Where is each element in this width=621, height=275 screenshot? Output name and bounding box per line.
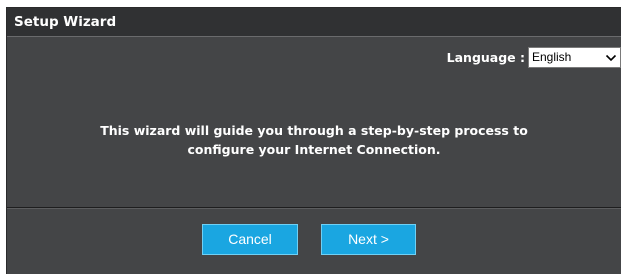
button-panel: Cancel Next >	[7, 208, 621, 275]
window-title: Setup Wizard	[14, 14, 117, 30]
language-selected-value: English	[532, 50, 572, 64]
chevron-down-icon	[605, 54, 617, 62]
language-label: Language :	[446, 50, 525, 65]
cancel-button[interactable]: Cancel	[202, 224, 298, 255]
message-line-2: configure your Internet Connection.	[187, 142, 441, 157]
next-button[interactable]: Next >	[321, 224, 416, 255]
title-bar: Setup Wizard	[7, 8, 621, 37]
content-panel: Language : English This wizard will guid…	[7, 37, 621, 208]
message-line-1: This wizard will guide you through a ste…	[100, 123, 528, 138]
setup-wizard-window: Setup Wizard Language : English This wiz…	[6, 7, 621, 274]
wizard-message: This wizard will guide you through a ste…	[7, 121, 621, 159]
language-select[interactable]: English	[528, 47, 621, 68]
